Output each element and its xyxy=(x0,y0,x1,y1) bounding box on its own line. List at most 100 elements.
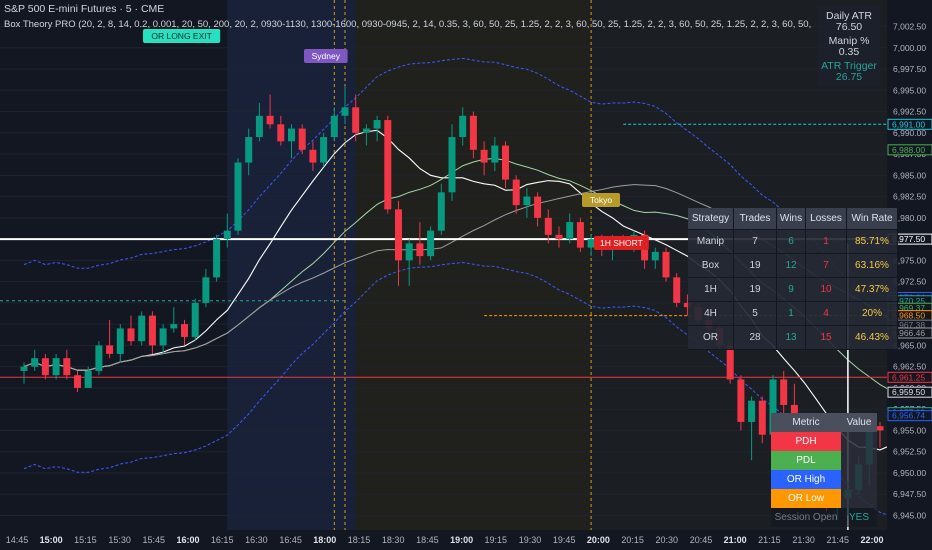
perf-cell-trades: 19 xyxy=(733,253,777,278)
sydney-label-text: Sydney xyxy=(312,51,341,61)
sydney-session-zone xyxy=(227,0,356,530)
daily-atr-value: 76.50 xyxy=(835,21,863,33)
manip-value: 0.35 xyxy=(838,46,860,58)
y-tick-label: 7,002.50 xyxy=(893,22,926,32)
indicator-legend[interactable]: Box Theory PRO (20, 2, 8, 14, 0.2, 0.001… xyxy=(4,19,814,30)
candle-body xyxy=(170,324,178,329)
perf-cell-strategy: OR xyxy=(688,325,734,350)
y-tick-label: 6,952.50 xyxy=(893,447,926,457)
candle-body xyxy=(138,315,146,342)
perf-cell-strategy: 1H xyxy=(688,277,734,302)
metric-value xyxy=(841,432,877,451)
candle-body xyxy=(416,243,424,257)
perf-header-row: Strategy Trades Wins Losses Win Rate xyxy=(688,208,898,230)
price-tag-label: 6,959.50 xyxy=(892,387,925,397)
metric-row: OR High xyxy=(771,470,877,489)
candle-body xyxy=(512,179,520,206)
candle-body xyxy=(277,124,285,142)
candle-body xyxy=(555,234,563,240)
candle-body xyxy=(106,345,114,354)
y-tick-label: 6,982.50 xyxy=(893,192,926,202)
y-tick-label: 6,985.00 xyxy=(893,170,926,180)
y-tick-label: 6,997.50 xyxy=(893,64,926,74)
candle-body xyxy=(362,128,370,133)
candle-body xyxy=(20,366,28,371)
metric-value xyxy=(841,470,877,489)
x-tick-label: 16:00 xyxy=(176,535,199,545)
candle-body xyxy=(320,137,328,163)
perf-cell-wins: 9 xyxy=(776,277,806,302)
perf-cell-trades: 28 xyxy=(733,325,777,350)
candle-body xyxy=(202,277,210,303)
candle-body xyxy=(544,217,552,235)
x-tick-label: 20:30 xyxy=(656,535,679,545)
metric-table: Metric Value PDH PDL OR High OR Low Sess… xyxy=(771,413,877,527)
metric-header-value: Value xyxy=(841,413,877,432)
perf-header-winrate: Win Rate xyxy=(846,208,898,230)
x-tick-label: 15:30 xyxy=(108,535,131,545)
candle-body xyxy=(223,230,231,240)
perf-cell-wins: 1 xyxy=(776,301,806,326)
candle-body xyxy=(673,277,681,303)
metric-row: OR Low xyxy=(771,489,877,508)
candle-body xyxy=(127,328,135,342)
x-tick-label: 20:00 xyxy=(587,535,610,545)
candle-body xyxy=(63,358,71,376)
perf-cell-winrate: 63.16% xyxy=(846,253,898,278)
x-tick-label: 19:15 xyxy=(485,535,508,545)
perf-cell-winrate: 20% xyxy=(846,301,898,326)
x-tick-label: 21:45 xyxy=(827,535,850,545)
perf-cell-losses: 1 xyxy=(805,229,847,254)
y-tick-label: 6,995.00 xyxy=(893,85,926,95)
candle-body xyxy=(748,400,756,422)
perf-cell-winrate: 46.43% xyxy=(846,325,898,350)
metric-value xyxy=(841,489,877,508)
candle-body xyxy=(758,400,766,435)
x-tick-label: 21:00 xyxy=(724,535,747,545)
perf-cell-strategy: 4H xyxy=(688,301,734,326)
chart-title: S&P 500 E-mini Futures · 5 · CME xyxy=(4,3,165,15)
candle-body xyxy=(726,345,734,380)
candle-body xyxy=(116,328,124,354)
y-tick-label: 6,980.00 xyxy=(893,213,926,223)
x-tick-label: 19:00 xyxy=(450,535,473,545)
candle-body xyxy=(181,324,188,337)
x-tick-label: 14:45 xyxy=(6,535,29,545)
perf-row: OR 28 13 15 46.43% xyxy=(688,325,898,350)
candle-body xyxy=(459,115,467,138)
x-tick-label: 21:30 xyxy=(792,535,815,545)
x-tick-label: 19:30 xyxy=(519,535,542,545)
x-tick-label: 16:15 xyxy=(211,535,234,545)
x-tick-label: 18:15 xyxy=(348,535,371,545)
perf-cell-losses: 10 xyxy=(805,277,847,302)
metric-row: Session Open YES xyxy=(771,508,877,527)
x-tick-label: 18:45 xyxy=(416,535,439,545)
perf-cell-wins: 12 xyxy=(776,253,806,278)
candle-body xyxy=(384,120,392,210)
candle-body xyxy=(213,239,221,278)
candle-body xyxy=(52,358,60,376)
candle-body xyxy=(288,128,295,142)
y-tick-label: 6,972.50 xyxy=(893,277,926,287)
candle-body xyxy=(266,115,274,125)
perf-cell-wins: 13 xyxy=(776,325,806,350)
metric-label-session-open: Session Open xyxy=(771,508,841,527)
perf-row: Manip 7 6 1 85.71% xyxy=(688,229,898,254)
y-tick-label: 6,962.50 xyxy=(893,362,926,372)
candle-body xyxy=(373,120,381,129)
metric-header-metric: Metric xyxy=(771,413,841,432)
x-tick-label: 20:15 xyxy=(621,535,644,545)
candle-body xyxy=(74,375,81,388)
y-tick-label: 6,945.00 xyxy=(893,510,926,520)
perf-cell-strategy: Box xyxy=(688,253,734,278)
chart-window: 7,002.50 7,000.00 6,997.50 6,995.00 6,992.50… xyxy=(0,0,932,550)
x-tick-label: 16:30 xyxy=(245,535,268,545)
candle-body xyxy=(662,251,670,278)
y-tick-label: 6,947.50 xyxy=(893,489,926,499)
candle-body xyxy=(31,358,39,367)
metric-label-pdh: PDH xyxy=(771,432,841,451)
candle-body xyxy=(405,243,413,261)
or-long-exit-label-text: OR LONG EXIT xyxy=(151,31,211,41)
candle-body xyxy=(84,370,92,388)
tokyo-label-text: Tokyo xyxy=(590,195,612,205)
